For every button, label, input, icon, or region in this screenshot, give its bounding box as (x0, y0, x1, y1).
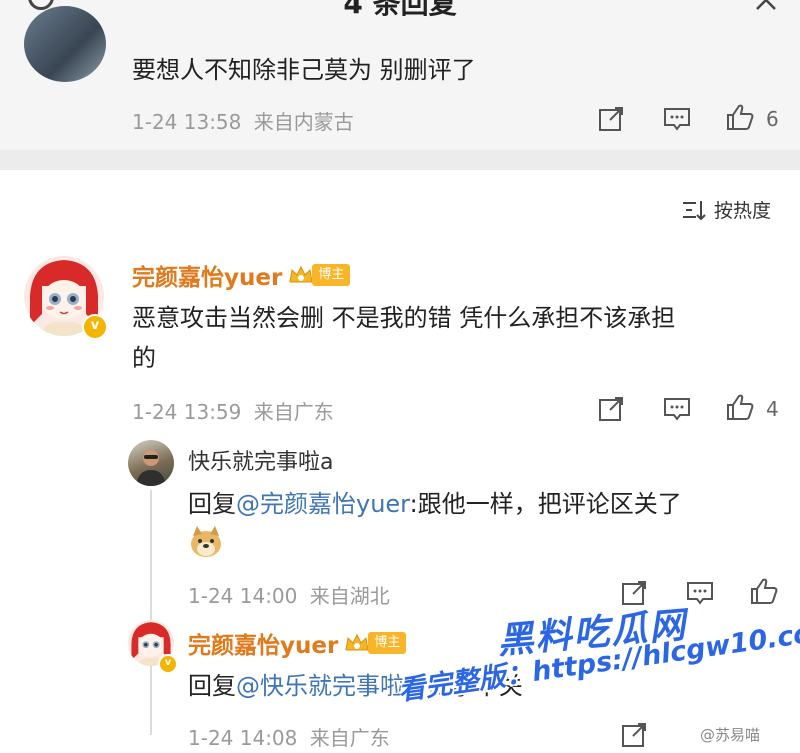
comment-text-continued: 的 (132, 344, 156, 372)
crown-icon (289, 265, 313, 283)
comment-icon[interactable] (663, 396, 691, 424)
comment-time: 1-24 13:59 (132, 400, 242, 424)
avatar-photo (136, 450, 166, 486)
reply-username[interactable]: 快乐就完事啦a (188, 444, 333, 476)
comment-time: 1-24 13:58 (132, 110, 242, 134)
sort-label: 按热度 (714, 200, 772, 222)
close-icon[interactable] (754, 0, 778, 12)
comment-icon[interactable] (663, 106, 691, 134)
comment-icon[interactable] (686, 580, 714, 608)
badge-label: 博主 (368, 632, 407, 654)
page-title: 4 条回复 (343, 0, 457, 20)
reply-time: 1-24 14:00 (188, 584, 298, 608)
like-icon[interactable] (726, 393, 754, 421)
reply-text: 回复@完颜嘉怡yuer:跟他一样，把评论区关了 (188, 484, 682, 524)
like-count: 4 (766, 397, 779, 421)
sort-icon (683, 200, 706, 220)
section-divider (0, 150, 800, 170)
thread-line (150, 490, 152, 735)
share-icon[interactable] (597, 395, 625, 423)
reply-prefix: 回复 (188, 490, 236, 518)
reply-username[interactable]: 完颜嘉怡yuer (188, 626, 338, 660)
verified-badge-icon: v (82, 314, 108, 340)
reply-location: 来自广东 (309, 726, 390, 750)
share-icon[interactable] (597, 105, 625, 133)
share-icon[interactable] (620, 721, 648, 749)
crown-icon (345, 633, 369, 651)
reply-body: :跟他一样，把评论区关了 (409, 490, 682, 518)
badge-label: 博主 (312, 264, 351, 286)
comment-username[interactable]: 完颜嘉怡yuer (132, 258, 282, 292)
blogger-badge: 博主 (288, 264, 351, 286)
verified-badge-icon: v (158, 654, 178, 674)
avatar[interactable] (24, 6, 106, 82)
mention-link[interactable]: @完颜嘉怡yuer (236, 490, 410, 518)
comment-text: 要想人不知除非己莫为 别删评了 (132, 56, 476, 84)
comment-location: 来自广东 (253, 400, 334, 424)
avatar[interactable] (128, 440, 174, 486)
doge-emoji-icon (191, 526, 221, 557)
mention-link[interactable]: @快乐就完事啦a (236, 672, 419, 700)
sort-button[interactable]: 按热度 (682, 196, 771, 223)
blogger-badge: 博主 (344, 632, 407, 654)
like-icon[interactable] (750, 577, 778, 605)
comment-location: 来自内蒙古 (253, 110, 354, 134)
like-count: 6 (766, 107, 779, 131)
comment-text: 恶意攻击当然会删 不是我的错 凭什么承担不该承担 (132, 304, 676, 332)
reply-time: 1-24 14:08 (188, 726, 298, 750)
reply-location: 来自湖北 (309, 584, 390, 608)
reply-prefix: 回复 (188, 672, 236, 700)
watermark-weibo: @苏易喵 (700, 726, 761, 744)
like-icon[interactable] (726, 103, 754, 131)
